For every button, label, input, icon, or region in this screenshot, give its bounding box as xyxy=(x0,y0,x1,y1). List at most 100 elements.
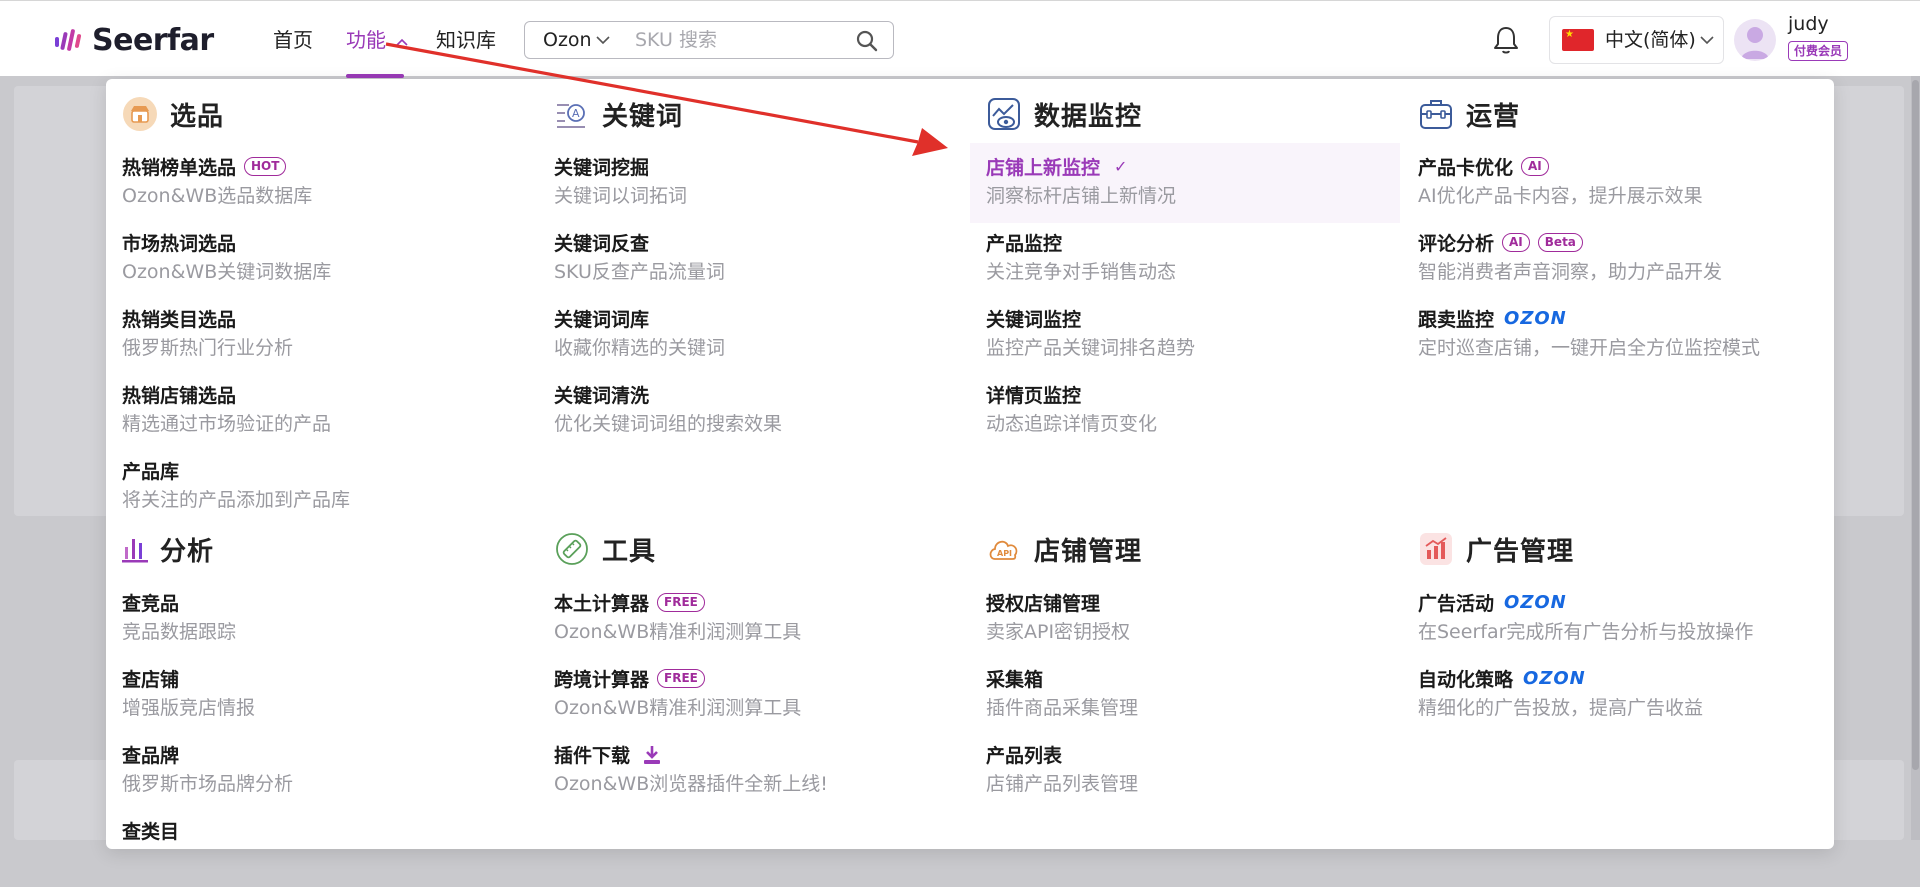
monitor-eye-icon xyxy=(988,98,1020,130)
nav-features-label: 功能 xyxy=(346,28,386,52)
item-title: 详情页监控 xyxy=(986,385,1082,407)
menu-item-review-analysis[interactable]: 评论分析 AI Beta 智能消费者声音洞察，助力产品开发 xyxy=(1402,223,1832,299)
search-input[interactable]: SKU 搜索 xyxy=(635,22,717,58)
item-desc: SKU反查产品流量词 xyxy=(554,261,725,283)
item-desc: 优化关键词词组的搜索效果 xyxy=(554,413,783,435)
item-title: 评论分析 xyxy=(1418,233,1495,255)
item-title: 跨境计算器 xyxy=(554,669,650,691)
nav-features[interactable]: 功能 xyxy=(346,25,408,55)
menu-item-crossborder-calculator[interactable]: 跨境计算器 FREE Ozon&WB精准利润测算工具 xyxy=(538,659,968,735)
section-selection-header: 选品 xyxy=(122,94,224,134)
item-title: 店铺上新监控 xyxy=(986,157,1101,179)
section-operations-header: 运营 xyxy=(1418,94,1520,134)
item-title: 关键词清洗 xyxy=(554,385,650,407)
toolbox-icon xyxy=(1420,100,1452,129)
item-desc: 动态追踪详情页变化 xyxy=(986,413,1158,435)
china-flag-icon: ★ xyxy=(1562,29,1594,51)
marketplace-select[interactable]: Ozon xyxy=(543,22,592,58)
menu-item-ad-campaign[interactable]: 广告活动 OZON 在Seerfar完成所有广告分析与投放操作 xyxy=(1402,583,1832,659)
menu-item-category-lookup[interactable]: 查类目 xyxy=(106,811,536,887)
section-tools-header: 工具 xyxy=(554,529,656,569)
item-title: 关键词挖掘 xyxy=(554,157,650,179)
item-desc: 关键词以词拓词 xyxy=(554,185,688,207)
menu-item-keyword-monitor[interactable]: 关键词监控 监控产品关键词排名趋势 xyxy=(970,299,1400,375)
item-desc: 智能消费者声音洞察，助力产品开发 xyxy=(1418,261,1723,283)
ai-tag: AI xyxy=(1521,157,1549,176)
section-ads-header: 广告管理 xyxy=(1418,529,1574,569)
language-selector[interactable]: ★ 中文(简体) xyxy=(1549,16,1724,64)
menu-item-brand-lookup[interactable]: 查品牌 俄罗斯市场品牌分析 xyxy=(106,735,536,811)
checkmark-icon: ✓ xyxy=(1114,157,1128,176)
download-icon xyxy=(644,745,661,764)
menu-item-authorized-store[interactable]: 授权店铺管理 卖家API密钥授权 xyxy=(970,583,1400,659)
menu-item-keyword-library[interactable]: 关键词词库 收藏你精选的关键词 xyxy=(538,299,968,375)
item-title: 采集箱 xyxy=(986,669,1044,691)
free-tag: FREE xyxy=(657,593,705,612)
section-title: 广告管理 xyxy=(1466,536,1575,567)
item-title: 关键词监控 xyxy=(986,309,1082,331)
seerfar-logo-icon xyxy=(55,29,82,51)
svg-text:A: A xyxy=(572,107,580,120)
menu-item-product-monitor[interactable]: 产品监控 关注竞争对手销售动态 xyxy=(970,223,1400,299)
item-desc: Ozon&WB关键词数据库 xyxy=(122,261,332,283)
chevron-down-icon[interactable] xyxy=(595,32,611,48)
item-desc: 俄罗斯市场品牌分析 xyxy=(122,773,294,795)
menu-item-hot-category[interactable]: 热销类目选品 俄罗斯热门行业分析 xyxy=(106,299,536,375)
item-title: 关键词词库 xyxy=(554,309,650,331)
nav-home[interactable]: 首页 xyxy=(273,25,313,55)
menu-item-follow-sell-monitor[interactable]: 跟卖监控 OZON 定时巡查店铺，一键开启全方位监控模式 xyxy=(1402,299,1832,375)
item-title: 市场热词选品 xyxy=(122,233,237,255)
item-title: 查竞品 xyxy=(122,593,180,615)
menu-item-hot-store[interactable]: 热销店铺选品 精选通过市场验证的产品 xyxy=(106,375,536,451)
menu-item-collection-box[interactable]: 采集箱 插件商品采集管理 xyxy=(970,659,1400,735)
menu-item-plugin-download[interactable]: 插件下载 Ozon&WB浏览器插件全新上线! xyxy=(538,735,968,811)
section-analysis-header: 分析 xyxy=(122,529,214,569)
menu-item-hot-ranking[interactable]: 热销榜单选品 HOT Ozon&WB选品数据库 xyxy=(106,147,536,223)
item-title: 查店铺 xyxy=(122,669,180,691)
chevron-up-icon xyxy=(396,38,408,46)
ozon-logo: OZON xyxy=(1504,592,1567,613)
menu-item-store-new-monitor[interactable]: 店铺上新监控 ✓ 洞察标杆店铺上新情况 xyxy=(970,143,1400,223)
section-store-header: API 店铺管理 xyxy=(986,529,1142,569)
menu-item-keyword-mining[interactable]: 关键词挖掘 关键词以词拓词 xyxy=(538,147,968,223)
nav-knowledge-base[interactable]: 知识库 xyxy=(436,25,496,55)
item-desc: 收藏你精选的关键词 xyxy=(554,337,726,359)
item-title: 产品监控 xyxy=(986,233,1063,255)
item-title: 热销榜单选品 xyxy=(122,157,237,179)
member-badge: 付费会员 xyxy=(1788,41,1849,61)
active-nav-indicator xyxy=(346,74,404,78)
store-icon xyxy=(123,97,157,131)
item-desc: Ozon&WB精准利润测算工具 xyxy=(554,697,802,719)
menu-item-automation-strategy[interactable]: 自动化策略 OZON 精细化的广告投放，提高广告收益 xyxy=(1402,659,1832,735)
username[interactable]: judy xyxy=(1788,13,1829,35)
item-title: 热销店铺选品 xyxy=(122,385,237,407)
svg-text:API: API xyxy=(997,549,1012,558)
menu-item-store-lookup[interactable]: 查店铺 增强版竞店情报 xyxy=(106,659,536,735)
section-title: 分析 xyxy=(160,536,215,567)
seerfar-logo[interactable]: Seerfar xyxy=(54,21,214,59)
menu-item-product-card-optimize[interactable]: 产品卡优化 AI AI优化产品卡内容，提升展示效果 xyxy=(1402,147,1832,223)
menu-item-competitor[interactable]: 查竞品 竞品数据跟踪 xyxy=(106,583,536,659)
item-title: 关键词反查 xyxy=(554,233,650,255)
item-desc: 插件商品采集管理 xyxy=(986,697,1139,719)
menu-item-local-calculator[interactable]: 本土计算器 FREE Ozon&WB精准利润测算工具 xyxy=(538,583,968,659)
notification-bell-icon[interactable] xyxy=(1492,25,1520,55)
beta-tag: Beta xyxy=(1537,233,1583,252)
avatar[interactable] xyxy=(1734,19,1776,61)
item-desc: 卖家API密钥授权 xyxy=(986,621,1131,643)
item-desc: 洞察标杆店铺上新情况 xyxy=(986,185,1177,207)
page-scrollbar-thumb[interactable] xyxy=(1912,80,1919,770)
menu-item-keyword-cleaning[interactable]: 关键词清洗 优化关键词词组的搜索效果 xyxy=(538,375,968,451)
item-desc: 监控产品关键词排名趋势 xyxy=(986,337,1196,359)
menu-item-keyword-reverse[interactable]: 关键词反查 SKU反查产品流量词 xyxy=(538,223,968,299)
cloud-api-icon: API xyxy=(989,540,1018,560)
menu-item-product-library[interactable]: 产品库 将关注的产品添加到产品库 xyxy=(106,451,536,527)
menu-item-market-hotwords[interactable]: 市场热词选品 Ozon&WB关键词数据库 xyxy=(106,223,536,299)
menu-item-detail-monitor[interactable]: 详情页监控 动态追踪详情页变化 xyxy=(970,375,1400,451)
search-icon[interactable] xyxy=(855,29,879,53)
section-title: 数据监控 xyxy=(1034,101,1143,132)
item-title: 授权店铺管理 xyxy=(986,593,1101,615)
item-desc: 在Seerfar完成所有广告分析与投放操作 xyxy=(1418,621,1754,643)
ozon-logo: OZON xyxy=(1504,308,1567,329)
menu-item-product-list[interactable]: 产品列表 店铺产品列表管理 xyxy=(970,735,1400,811)
